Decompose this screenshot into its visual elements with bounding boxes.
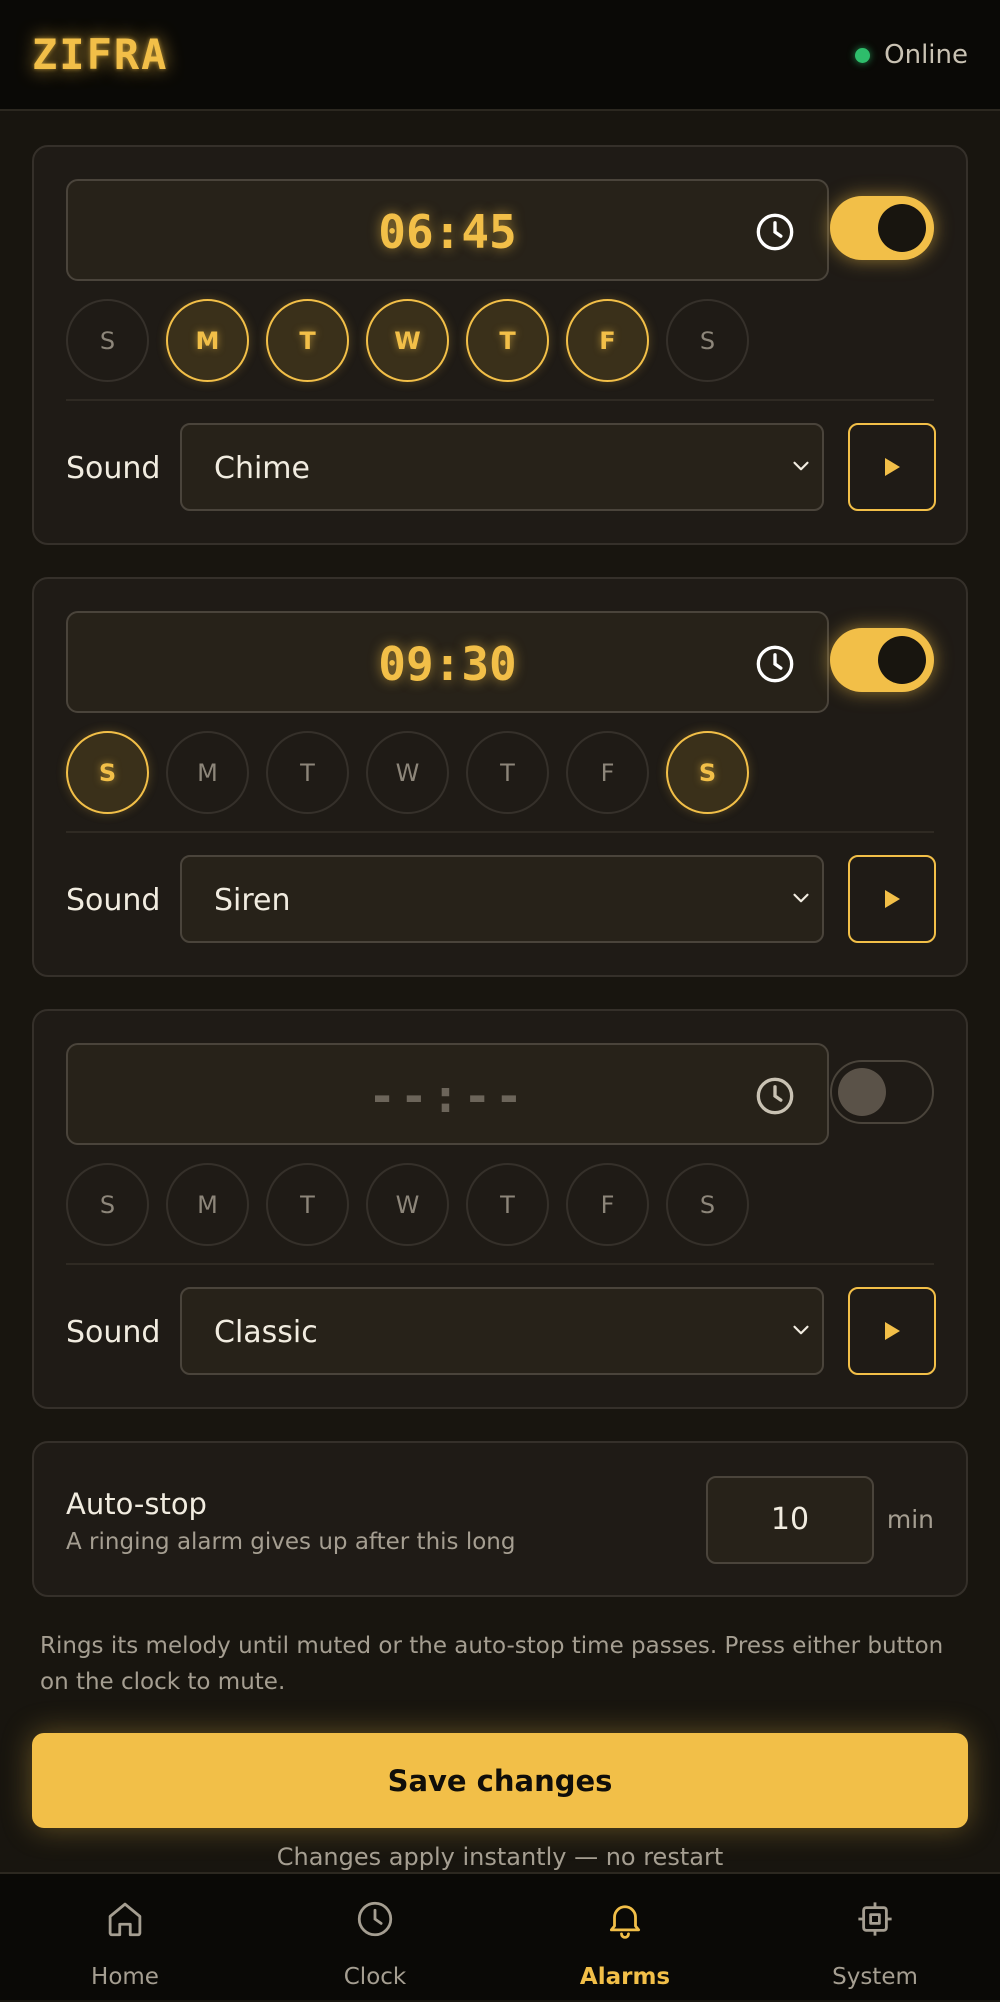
nav-item-clock[interactable]: Clock (250, 1874, 500, 2002)
nav-label: Alarms (579, 1964, 671, 1990)
alarm-time: 06:45 (378, 205, 517, 259)
connection-status: Online (855, 40, 968, 70)
nav-label: Clock (343, 1964, 407, 1990)
day-toggle-button[interactable]: S (66, 1163, 149, 1246)
day-toggle-button[interactable]: W (366, 299, 449, 382)
nav-item-home[interactable]: Home (0, 1874, 250, 2002)
day-toggle-button[interactable]: S (66, 731, 149, 814)
alarm-time: 09:30 (378, 637, 517, 691)
day-selector: SMTWTFS (66, 731, 749, 814)
play-icon (885, 1322, 900, 1340)
alarm-time-field[interactable]: --:-- (66, 1043, 829, 1145)
toggle-knob (838, 1068, 886, 1116)
clock-icon[interactable] (755, 644, 795, 684)
chevron-down-icon (793, 461, 809, 471)
day-toggle-button[interactable]: T (466, 731, 549, 814)
sound-select[interactable]: Classic (180, 1287, 824, 1375)
alarm-card: --:-- SMTWTFS Sound Classic (32, 1009, 968, 1409)
day-toggle-button[interactable]: M (166, 299, 249, 382)
autostop-unit: min (886, 1505, 934, 1534)
nav-item-system[interactable]: System (750, 1874, 1000, 2002)
day-toggle-button[interactable]: S (66, 299, 149, 382)
play-sound-button[interactable] (848, 855, 936, 943)
chevron-down-icon (793, 1325, 809, 1335)
alarm-time-field[interactable]: 09:30 (66, 611, 829, 713)
day-toggle-button[interactable]: W (366, 1163, 449, 1246)
sound-select[interactable]: Chime (180, 423, 824, 511)
play-sound-button[interactable] (848, 1287, 936, 1375)
status-dot-icon (855, 47, 871, 63)
play-sound-button[interactable] (848, 423, 936, 511)
day-selector: SMTWTFS (66, 299, 749, 382)
day-toggle-button[interactable]: F (566, 731, 649, 814)
bell-icon (609, 1905, 641, 1939)
toggle-knob (878, 204, 926, 252)
autostop-title: Auto-stop (66, 1487, 207, 1521)
alarm-time: --:-- (368, 1069, 527, 1123)
home-icon (108, 1902, 142, 1937)
day-toggle-button[interactable]: W (366, 731, 449, 814)
save-changes-button[interactable]: Save changes (32, 1733, 968, 1828)
sound-label: Sound (66, 1315, 161, 1350)
alarm-enable-toggle[interactable] (830, 1060, 934, 1124)
app-header: ZIFRA Online (0, 0, 1000, 111)
day-selector: SMTWTFS (66, 1163, 749, 1246)
alarm-enable-toggle[interactable] (830, 196, 934, 260)
autostop-minutes-input[interactable]: 10 (706, 1476, 874, 1564)
clock-icon (357, 1901, 393, 1937)
sound-value: Chime (214, 451, 310, 486)
bottom-nav: Home Clock Alarms System (0, 1872, 1000, 2000)
sound-label: Sound (66, 883, 161, 918)
day-toggle-button[interactable]: T (266, 731, 349, 814)
nav-item-alarms[interactable]: Alarms (500, 1874, 750, 2002)
day-toggle-button[interactable]: T (266, 299, 349, 382)
divider (66, 1263, 934, 1265)
divider (66, 831, 934, 833)
day-toggle-button[interactable]: T (266, 1163, 349, 1246)
sound-select[interactable]: Siren (180, 855, 824, 943)
day-toggle-button[interactable]: S (666, 299, 749, 382)
alarm-card: 06:45 SMTWTFS Sound Chime (32, 145, 968, 545)
toggle-knob (878, 636, 926, 684)
alarm-time-field[interactable]: 06:45 (66, 179, 829, 281)
chip-icon (858, 1902, 892, 1936)
app-logo: ZIFRA (32, 30, 169, 79)
autostop-subtitle: A ringing alarm gives up after this long (66, 1529, 516, 1555)
day-toggle-button[interactable]: S (666, 731, 749, 814)
day-toggle-button[interactable]: S (666, 1163, 749, 1246)
nav-label: System (832, 1964, 918, 1990)
day-toggle-button[interactable]: F (566, 1163, 649, 1246)
autostop-card: Auto-stop A ringing alarm gives up after… (32, 1441, 968, 1597)
save-hint: Changes apply instantly — no restart (276, 1843, 724, 1871)
alarm-note: Rings its melody until muted or the auto… (40, 1633, 944, 1695)
sound-label: Sound (66, 451, 161, 486)
play-icon (885, 458, 900, 476)
day-toggle-button[interactable]: T (466, 1163, 549, 1246)
day-toggle-button[interactable]: M (166, 1163, 249, 1246)
divider (66, 399, 934, 401)
day-toggle-button[interactable]: M (166, 731, 249, 814)
day-toggle-button[interactable]: F (566, 299, 649, 382)
sound-value: Classic (214, 1315, 318, 1350)
clock-icon[interactable] (755, 212, 795, 252)
nav-label: Home (91, 1964, 159, 1990)
clock-icon[interactable] (755, 1076, 795, 1116)
play-icon (885, 890, 900, 908)
day-toggle-button[interactable]: T (466, 299, 549, 382)
sound-value: Siren (214, 883, 291, 918)
alarm-card: 09:30 SMTWTFS Sound Siren (32, 577, 968, 977)
alarm-enable-toggle[interactable] (830, 628, 934, 692)
chevron-down-icon (793, 893, 809, 903)
status-text: Online (884, 40, 968, 70)
